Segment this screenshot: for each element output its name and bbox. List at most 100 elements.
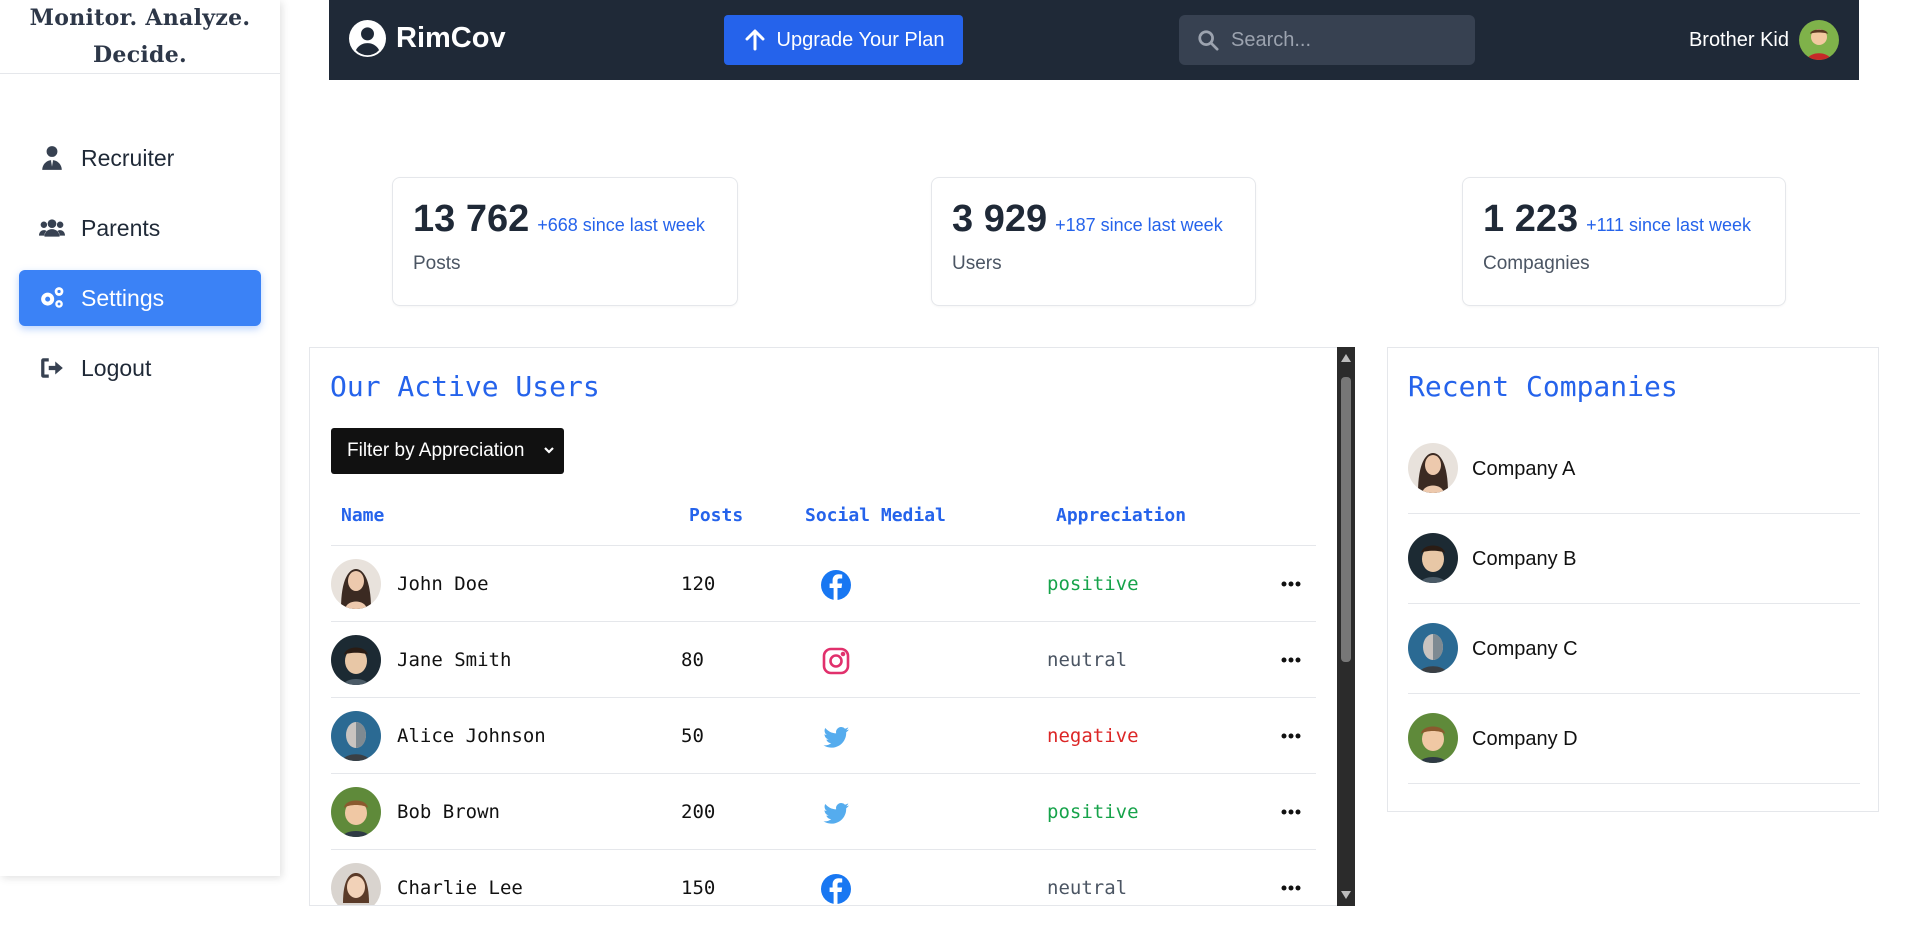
user-name-cell: Bob Brown [397, 801, 500, 823]
facebook-icon[interactable] [821, 874, 851, 904]
table-row[interactable]: Alice Johnson 50 negative [331, 697, 1316, 773]
brand-name: RimCov [396, 22, 506, 54]
tagline: Monitor. Analyze. Decide. [0, 0, 280, 74]
user-name-cell: Jane Smith [397, 649, 512, 671]
chevron-down-icon [544, 447, 554, 454]
tagline-line-1: Monitor. Analyze. [29, 5, 251, 31]
gears-icon [41, 287, 64, 308]
sidebar-item-label: Parents [81, 214, 161, 241]
stat-label: Posts [413, 253, 461, 274]
user-name-cell: John Doe [397, 573, 489, 595]
table-row[interactable]: John Doe 120 positive [331, 545, 1316, 621]
list-item[interactable]: Company D [1408, 694, 1860, 784]
logout-icon [41, 358, 63, 378]
avatar [1408, 623, 1458, 673]
users-icon [39, 219, 65, 237]
user-menu[interactable]: Brother Kid [1689, 20, 1839, 60]
company-name: Company B [1472, 548, 1577, 570]
filter-label: Filter by Appreciation [347, 440, 525, 461]
avatar [331, 711, 381, 761]
table-row[interactable]: Bob Brown 200 positive [331, 773, 1316, 849]
table-row[interactable]: Charlie Lee 150 neutral [331, 849, 1316, 905]
avatar [1408, 713, 1458, 763]
more-options-icon[interactable] [1281, 732, 1301, 740]
sidebar-nav: Recruiter Parents Settings Logout [0, 130, 280, 396]
active-users-panel: Our Active Users Filter by Appreciation … [309, 347, 1339, 906]
twitter-icon[interactable] [821, 798, 851, 828]
stat-value: 1 223 [1483, 198, 1579, 240]
top-header: RimCov Upgrade Your Plan Brother Kid [329, 0, 1859, 80]
avatar [1408, 533, 1458, 583]
list-item[interactable]: Company A [1408, 424, 1860, 514]
avatar [331, 635, 381, 685]
scrollbar-thumb[interactable] [1341, 377, 1351, 662]
more-options-icon[interactable] [1281, 580, 1301, 588]
more-options-icon[interactable] [1281, 656, 1301, 664]
upgrade-plan-button[interactable]: Upgrade Your Plan [724, 15, 963, 65]
column-header-name[interactable]: Name [341, 505, 384, 526]
column-header-appreciation[interactable]: Appreciation [1056, 505, 1186, 526]
upgrade-label: Upgrade Your Plan [776, 28, 945, 51]
more-options-icon[interactable] [1281, 884, 1301, 892]
sidebar-item-label: Logout [81, 354, 152, 381]
sidebar-item-label: Settings [81, 284, 165, 311]
sidebar-item-settings[interactable]: Settings [19, 270, 261, 326]
user-name-cell: Alice Johnson [397, 725, 546, 747]
posts-cell: 200 [681, 801, 716, 823]
avatar[interactable] [1799, 20, 1839, 60]
user-avatar-image [1799, 20, 1839, 60]
scroll-down-arrow-icon[interactable] [1340, 890, 1352, 900]
appreciation-cell: neutral [1047, 649, 1128, 671]
company-name: Company A [1472, 458, 1576, 480]
twitter-icon[interactable] [821, 722, 851, 752]
scroll-up-arrow-icon[interactable] [1340, 353, 1352, 363]
recent-companies-panel: Recent Companies Company A Company B Com… [1387, 347, 1879, 812]
sidebar-item-recruiter[interactable]: Recruiter [19, 130, 261, 186]
active-users-scrollbar[interactable] [1337, 347, 1355, 906]
stat-card-posts: 13 762 +668 since last week Posts [392, 177, 738, 306]
list-item[interactable]: Company C [1408, 604, 1860, 694]
search-input[interactable] [1231, 28, 1461, 52]
sidebar: Monitor. Analyze. Decide. Recruiter Pare… [0, 0, 280, 876]
stat-card-users: 3 929 +187 since last week Users [931, 177, 1256, 306]
appreciation-filter-select[interactable]: Filter by Appreciation [331, 428, 564, 474]
panel-title: Our Active Users [330, 370, 600, 403]
search-icon [1198, 30, 1219, 51]
company-name: Company D [1472, 728, 1578, 750]
instagram-icon[interactable] [821, 646, 851, 676]
table-row[interactable]: Jane Smith 80 neutral [331, 621, 1316, 697]
tagline-line-2: Decide. [93, 42, 187, 68]
stat-delta: +111 since last week [1586, 215, 1752, 235]
more-options-icon[interactable] [1281, 808, 1301, 816]
posts-cell: 120 [681, 573, 716, 595]
list-item[interactable]: Company B [1408, 514, 1860, 604]
stat-card-companies: 1 223 +111 since last week Compagnies [1462, 177, 1786, 306]
arrow-up-icon [745, 29, 765, 51]
column-header-social[interactable]: Social Medial [805, 505, 946, 526]
appreciation-cell: negative [1047, 725, 1139, 747]
stat-delta: +668 since last week [537, 215, 705, 235]
company-name: Company C [1472, 638, 1578, 660]
appreciation-cell: positive [1047, 801, 1139, 823]
avatar [331, 863, 381, 905]
stat-value: 13 762 [413, 198, 530, 240]
avatar [331, 787, 381, 837]
stat-label: Users [952, 253, 1002, 274]
brand[interactable]: RimCov [349, 20, 506, 57]
column-header-posts[interactable]: Posts [689, 505, 743, 526]
avatar [1408, 443, 1458, 493]
user-tie-icon [42, 146, 62, 170]
user-name-cell: Charlie Lee [397, 877, 523, 899]
posts-cell: 80 [681, 649, 704, 671]
search-box[interactable] [1179, 15, 1475, 65]
facebook-icon[interactable] [821, 570, 851, 600]
posts-cell: 50 [681, 725, 704, 747]
user-name: Brother Kid [1688, 28, 1789, 51]
appreciation-cell: positive [1047, 573, 1139, 595]
sidebar-item-parents[interactable]: Parents [19, 200, 261, 256]
stat-label: Compagnies [1483, 253, 1590, 274]
stat-delta: +187 since last week [1055, 215, 1223, 235]
sidebar-item-logout[interactable]: Logout [19, 340, 261, 396]
appreciation-cell: neutral [1047, 877, 1128, 899]
avatar [331, 559, 381, 609]
